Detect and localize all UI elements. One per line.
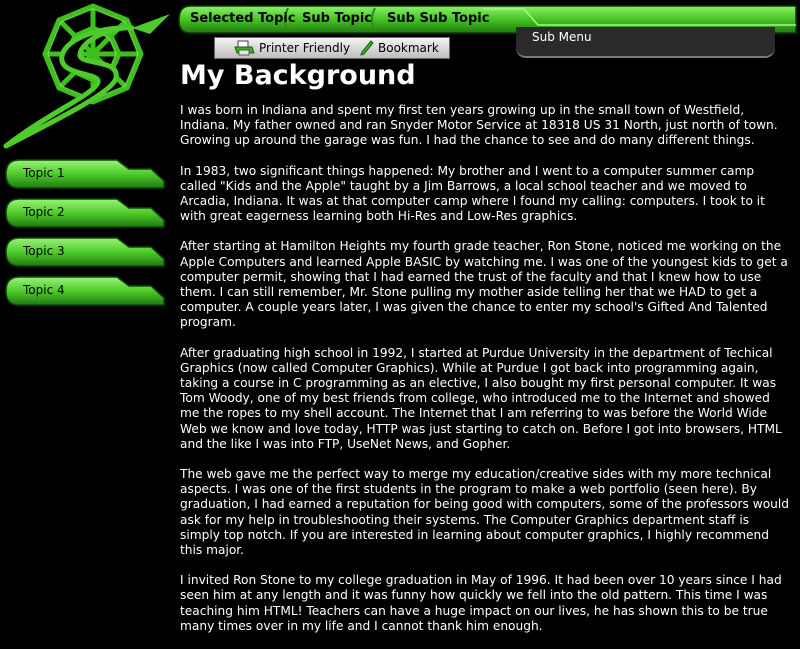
- sidebar-item-label: Topic 1: [23, 166, 65, 180]
- sidebar-item-topic-1[interactable]: Topic 1: [5, 159, 165, 189]
- web-logo-icon: [3, 3, 170, 149]
- paragraph: I invited Ron Stone to my college gradua…: [180, 573, 782, 633]
- printer-friendly-label: Printer Friendly: [259, 41, 351, 55]
- bookmark-button[interactable]: Bookmark: [360, 40, 439, 56]
- paragraph: After starting at Hamilton Heights my fo…: [180, 239, 788, 330]
- sidebar-item-label: Topic 3: [23, 244, 65, 258]
- tab-selected-topic[interactable]: Selected Topic: [190, 11, 296, 26]
- paragraph: In 1983, two significant things happened…: [180, 163, 765, 224]
- printer-icon: [234, 40, 255, 56]
- sidebar-item-topic-2[interactable]: Topic 2: [5, 198, 165, 228]
- site-logo[interactable]: [0, 0, 180, 152]
- page-toolbar: Printer Friendly Bookmark: [214, 37, 450, 59]
- pen-icon: [360, 40, 374, 56]
- paragraph: The web gave me the perfect way to merge…: [180, 467, 789, 558]
- printer-friendly-button[interactable]: Printer Friendly: [233, 40, 350, 56]
- sidebar-item-label: Topic 2: [23, 205, 65, 219]
- sub-menu[interactable]: Sub Menu: [516, 27, 775, 58]
- page-title: My Background: [180, 60, 416, 91]
- paragraph: After graduating high school in 1992, I …: [180, 345, 782, 451]
- sidebar-item-label: Topic 4: [23, 283, 65, 297]
- sidebar-item-topic-4[interactable]: Topic 4: [5, 276, 165, 306]
- sidebar-item-topic-3[interactable]: Topic 3: [5, 237, 165, 267]
- tab-sub-sub-topic[interactable]: Sub Sub Topic: [387, 11, 489, 26]
- article-body: I was born in Indiana and spent my first…: [180, 103, 792, 649]
- bookmark-label: Bookmark: [378, 41, 439, 55]
- sub-menu-label: Sub Menu: [532, 30, 592, 44]
- paragraph: I was born in Indiana and spent my first…: [180, 103, 778, 148]
- tab-sub-topic[interactable]: Sub Topic: [302, 11, 372, 26]
